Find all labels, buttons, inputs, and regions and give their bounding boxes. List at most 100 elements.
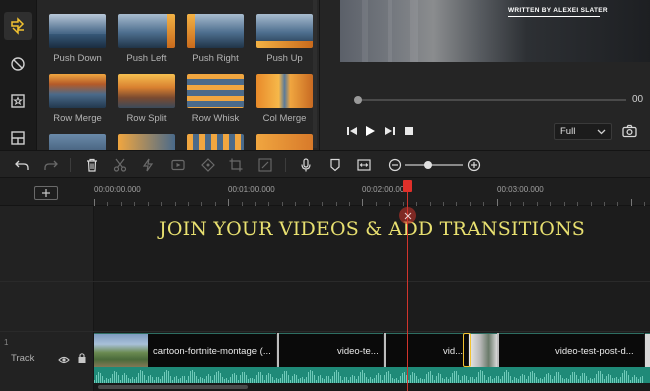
waveform-bar [456, 371, 457, 383]
video-clip[interactable] [645, 333, 650, 367]
video-clip[interactable]: cartoon-fortnite-montage (... [94, 333, 276, 367]
ruler-major-tick [362, 199, 364, 206]
ruler-major-tick [228, 199, 230, 206]
waveform-bar [188, 375, 189, 383]
waveform-bar [602, 374, 603, 383]
waveform-bar [400, 376, 401, 383]
waveform-bar [508, 371, 509, 383]
undo-icon[interactable] [14, 157, 30, 173]
waveform-bar [570, 375, 571, 383]
clip-boundary-handle[interactable] [274, 333, 279, 367]
marker-icon[interactable] [327, 157, 343, 173]
playhead-handle[interactable] [403, 180, 412, 192]
video-clip[interactable]: vid... [384, 333, 468, 367]
transition-thumbnail [118, 74, 175, 108]
transitions-library: Push Down Push Left Push Right Push Up R… [37, 0, 319, 150]
add-track-button[interactable] [34, 186, 58, 200]
video-clip[interactable] [469, 333, 497, 367]
play-icon[interactable] [363, 124, 377, 138]
waveform-bar [520, 375, 521, 383]
stop-icon[interactable] [402, 124, 416, 138]
preview-video-frame[interactable]: WRITTEN BY ALEXEI SLATER [340, 0, 650, 62]
waveform-bar [466, 376, 467, 383]
text-overlay-clip[interactable]: JOIN YOUR VIDEOS & ADD TRANSITIONS [159, 218, 585, 240]
audio-waveform-track[interactable] [94, 367, 650, 383]
waveform-bar [182, 375, 183, 383]
redo-icon[interactable] [43, 157, 59, 173]
previous-frame-icon[interactable] [345, 124, 359, 138]
waveform-bar [628, 374, 629, 383]
transition-row-split[interactable]: Row Split [118, 74, 175, 124]
library-scrollbar[interactable] [313, 0, 317, 148]
transition-push-right[interactable]: Push Right [187, 14, 244, 64]
left-tool-rail [0, 0, 37, 150]
fit-timeline-icon[interactable] [356, 157, 372, 173]
plus-icon [42, 189, 50, 197]
waveform-bar [436, 375, 437, 383]
transition-marker[interactable] [463, 333, 471, 367]
zoom-in-icon[interactable] [466, 157, 482, 173]
waveform-bar [362, 370, 363, 383]
waveform-bar [478, 372, 479, 383]
playback-progress-knob[interactable] [354, 96, 362, 104]
transition-row-merge[interactable]: Row Merge [49, 74, 106, 124]
transition-thumbnail [256, 74, 313, 108]
stickers-tab-icon[interactable] [4, 87, 32, 115]
quality-select[interactable]: Full [554, 123, 612, 140]
eye-icon[interactable] [58, 352, 70, 370]
transition-push-up[interactable]: Push Up [256, 14, 313, 64]
waveform-bar [380, 375, 381, 383]
edit-icon[interactable] [257, 157, 273, 173]
waveform-bar [364, 372, 365, 383]
delete-icon[interactable] [84, 157, 100, 173]
keyframe-icon[interactable] [200, 157, 216, 173]
timeline-scrollbar[interactable] [94, 383, 650, 391]
timeline-scrollbar-thumb[interactable] [98, 385, 248, 389]
waveform-bar [100, 372, 101, 383]
transition-thumbnail [49, 134, 106, 150]
zoom-slider-track[interactable] [405, 164, 463, 166]
transition-next-row[interactable] [187, 134, 244, 150]
zoom-slider-knob[interactable] [424, 161, 432, 169]
layout-tab-icon[interactable] [4, 124, 32, 152]
video-clip[interactable]: video-test-post-d... [498, 333, 644, 367]
waveform-bar [142, 371, 143, 383]
waveform-bar [232, 373, 233, 383]
transition-next-row[interactable] [256, 134, 313, 150]
transition-row-whisk[interactable]: Row Whisk [187, 74, 244, 124]
microphone-icon[interactable] [298, 157, 314, 173]
transition-thumbnail [118, 134, 175, 150]
clip-boundary-handle[interactable] [381, 333, 386, 367]
waveform-bar [328, 376, 329, 383]
timeline-ruler[interactable]: 00:00:00.000 00:01:00.000 00:02:00.000 0… [0, 178, 650, 206]
camera-icon[interactable] [622, 124, 637, 143]
crop-icon[interactable] [228, 157, 244, 173]
transition-next-row[interactable] [118, 134, 175, 150]
transition-push-down[interactable]: Push Down [49, 14, 106, 64]
next-frame-icon[interactable] [383, 124, 397, 138]
waveform-bar [528, 375, 529, 383]
waveform-bar [218, 370, 219, 383]
transition-next-row[interactable] [49, 134, 106, 150]
transitions-tab-icon[interactable] [4, 12, 32, 40]
transition-col-merge[interactable]: Col Merge [256, 74, 313, 124]
split-at-playhead-icon[interactable] [399, 207, 416, 224]
waveform-bar [96, 375, 97, 383]
transition-push-left[interactable]: Push Left [118, 14, 175, 64]
waveform-bar [296, 375, 297, 383]
cut-icon[interactable] [112, 157, 128, 173]
transition-thumbnail [49, 14, 106, 48]
speed-icon[interactable] [170, 157, 186, 173]
waveform-bar [598, 371, 599, 383]
waveform-bar [556, 372, 557, 383]
transition-thumbnail [256, 134, 313, 150]
split-icon[interactable] [140, 157, 156, 173]
video-clip[interactable]: video-te... [277, 333, 383, 367]
zoom-out-icon[interactable] [387, 157, 403, 173]
playback-progress-track[interactable] [356, 99, 626, 101]
effects-tab-icon[interactable] [4, 50, 32, 78]
waveform-bar [626, 371, 627, 383]
lock-icon[interactable] [77, 351, 87, 369]
clip-boundary-handle[interactable] [494, 333, 499, 367]
waveform-bar [496, 375, 497, 383]
